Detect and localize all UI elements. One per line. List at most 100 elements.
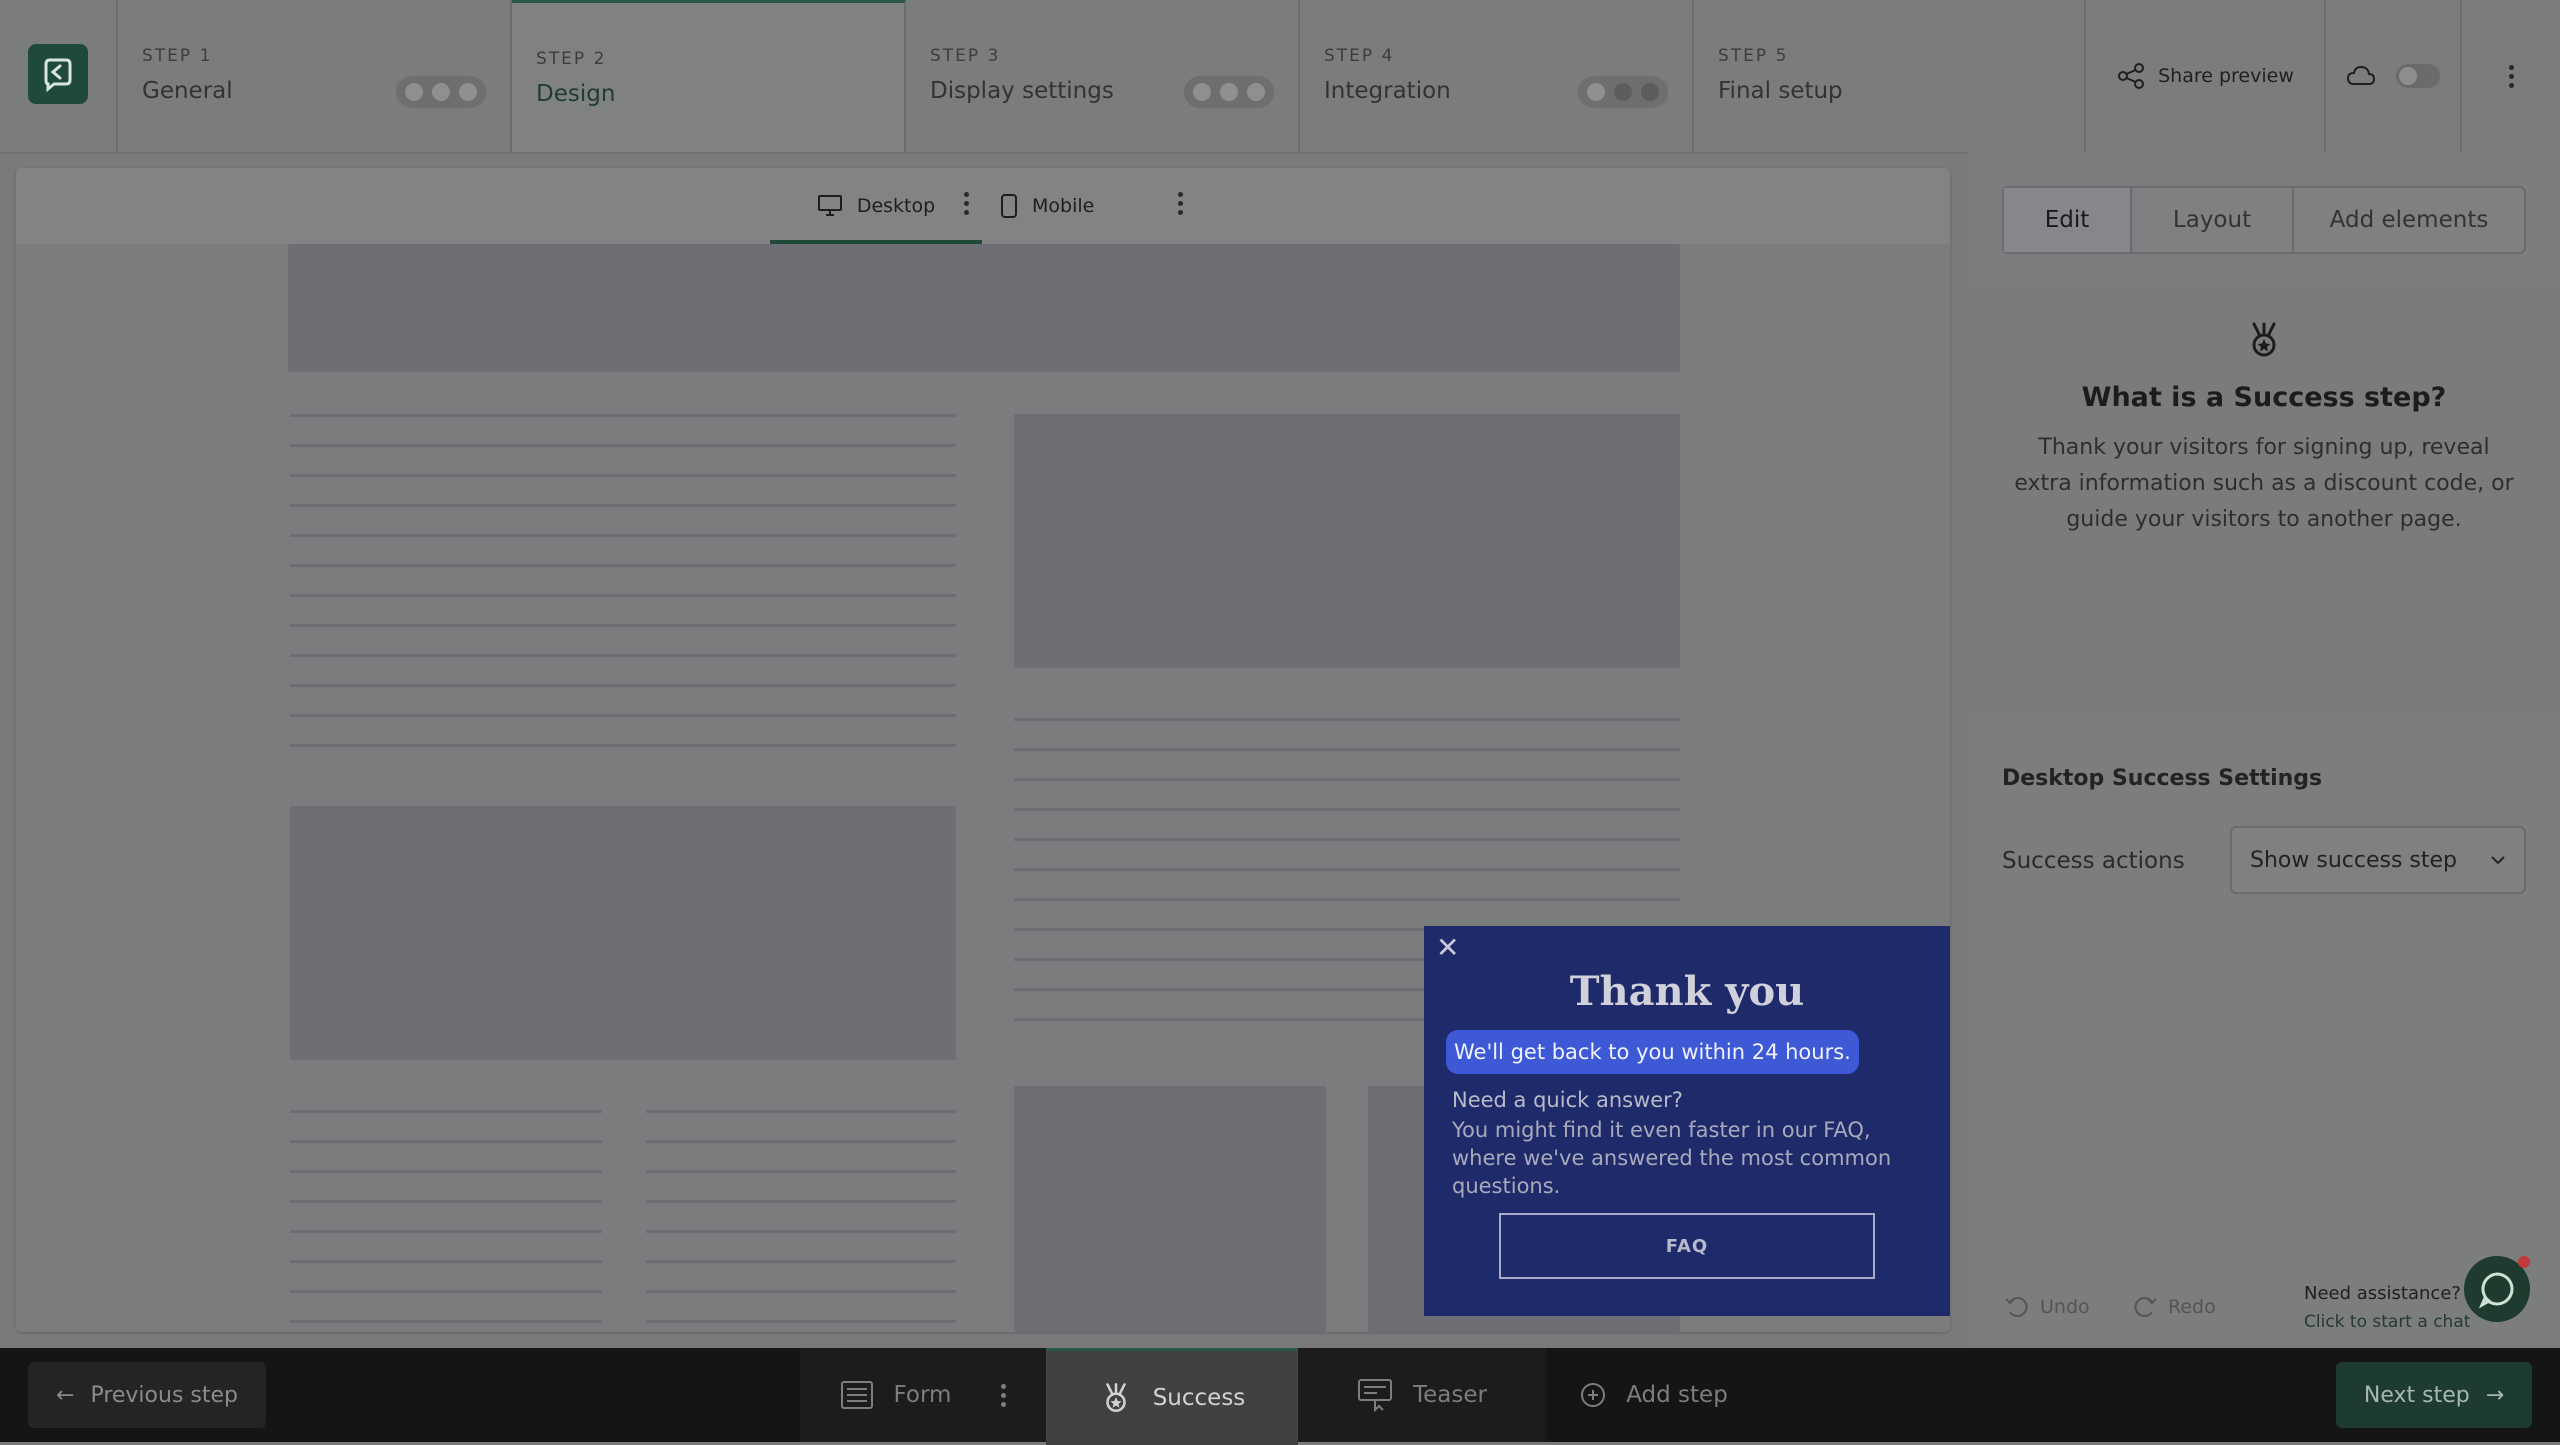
popup-title: Thank you xyxy=(1569,968,1805,1015)
popup-body-text: You might find it even faster in our FAQ… xyxy=(1452,1118,1892,1198)
success-popup: ✕ Thank you We'll get back to you within… xyxy=(1424,926,1950,1316)
step-label: Integration xyxy=(1324,78,1451,104)
next-step-button[interactable]: Next step → xyxy=(2336,1362,2532,1428)
redo-label: Redo xyxy=(2168,1296,2216,1318)
step-label: Design xyxy=(536,81,616,107)
notification-badge xyxy=(2518,1256,2530,1268)
placeholder-line xyxy=(1014,898,1680,901)
placeholder-line xyxy=(290,444,956,447)
website-preview: ✕ Thank you We'll get back to you within… xyxy=(16,244,1950,1332)
info-title: What is a Success step? xyxy=(2081,382,2447,413)
share-icon xyxy=(2118,63,2145,89)
step-final-setup[interactable]: STEP 5 Final setup xyxy=(1694,0,2086,152)
step-progress-indicator xyxy=(396,76,486,108)
close-icon[interactable]: ✕ xyxy=(1436,934,1459,962)
tab-desktop[interactable]: Desktop xyxy=(770,168,982,244)
placeholder-image xyxy=(290,806,956,1060)
success-actions-select[interactable]: Show success step xyxy=(2230,826,2526,894)
placeholder-line xyxy=(646,1320,956,1323)
placeholder-line xyxy=(290,714,956,717)
panel-tabs: Edit Layout Add elements xyxy=(2002,186,2526,254)
assistance-prompt[interactable]: Need assistance? Click to start a chat xyxy=(2304,1280,2470,1336)
editor-canvas: Desktop Mobile ✕ Thank you We'll get bac… xyxy=(16,168,1950,1332)
placeholder-line xyxy=(290,1200,602,1203)
placeholder-line xyxy=(290,414,956,417)
chevron-down-icon xyxy=(2491,856,2505,865)
tab-mobile-label: Mobile xyxy=(1032,195,1095,217)
placeholder-line xyxy=(290,1170,602,1173)
add-step-button[interactable]: Add step xyxy=(1546,1348,1762,1442)
placeholder-line xyxy=(290,1320,602,1323)
app-logo[interactable] xyxy=(28,44,88,104)
placeholder-line xyxy=(290,594,956,597)
tab-add-elements[interactable]: Add elements xyxy=(2294,188,2524,252)
placeholder-line xyxy=(290,1260,602,1263)
placeholder-line xyxy=(290,684,956,687)
placeholder-line xyxy=(1014,718,1680,721)
tab-form[interactable]: Form xyxy=(800,1348,1046,1442)
arrow-left-icon: ← xyxy=(56,1382,75,1408)
step-number: STEP 4 xyxy=(1324,46,1395,66)
popup-highlight-text: We'll get back to you within 24 hours. xyxy=(1446,1030,1859,1074)
assist-title: Need assistance? xyxy=(2304,1283,2461,1304)
undo-button[interactable]: Undo xyxy=(2004,1296,2090,1318)
undo-label: Undo xyxy=(2040,1296,2090,1318)
placeholder-line xyxy=(290,1230,602,1233)
placeholder-line xyxy=(290,1140,602,1143)
next-step-label: Next step xyxy=(2363,1382,2470,1408)
placeholder-line xyxy=(290,474,956,477)
mobile-options-button[interactable] xyxy=(1178,192,1183,215)
placeholder-line xyxy=(646,1110,956,1113)
previous-step-label: Previous step xyxy=(90,1382,238,1408)
placeholder-line xyxy=(290,564,956,567)
share-preview-button[interactable]: Share preview xyxy=(2086,0,2326,152)
medal-icon xyxy=(2252,322,2276,357)
info-text: Thank your visitors for signing up, reve… xyxy=(2014,435,2514,532)
desktop-icon xyxy=(817,195,842,216)
tab-edit[interactable]: Edit xyxy=(2004,188,2132,252)
step-label: General xyxy=(142,78,233,104)
step-design[interactable]: STEP 2 Design xyxy=(512,0,906,152)
success-actions-label: Success actions xyxy=(2002,848,2185,874)
previous-step-button[interactable]: ← Previous step xyxy=(28,1362,266,1428)
form-options-button[interactable] xyxy=(1001,1383,1007,1407)
step-number: STEP 5 xyxy=(1718,46,1789,66)
placeholder-line xyxy=(290,744,956,747)
share-preview-label: Share preview xyxy=(2158,65,2294,87)
chat-bubble-arrow-icon xyxy=(44,58,72,93)
step-display-settings[interactable]: STEP 3 Display settings xyxy=(906,0,1300,152)
tab-layout[interactable]: Layout xyxy=(2132,188,2294,252)
tab-success-label: Success xyxy=(1152,1385,1246,1411)
kebab-icon xyxy=(2508,64,2514,88)
tab-mobile[interactable]: Mobile xyxy=(1000,168,1094,244)
faq-button[interactable]: FAQ xyxy=(1499,1213,1875,1279)
properties-panel: Edit Layout Add elements What is a Succe… xyxy=(1968,152,2560,1348)
step-general[interactable]: STEP 1 General xyxy=(118,0,512,152)
tab-teaser[interactable]: Teaser xyxy=(1298,1348,1546,1442)
placeholder-line xyxy=(1014,808,1680,811)
medal-icon xyxy=(1105,1383,1126,1413)
autosave-toggle[interactable] xyxy=(2396,64,2440,88)
chat-icon xyxy=(2478,1272,2514,1309)
cloud-icon xyxy=(2346,65,2376,85)
bottom-bar: ← Previous step Form Success Teaser Add xyxy=(0,1348,2560,1445)
placeholder-line xyxy=(290,624,956,627)
placeholder-line xyxy=(290,654,956,657)
step-label: Final setup xyxy=(1718,78,1843,104)
more-menu-button[interactable] xyxy=(2462,0,2560,152)
step-progress-indicator xyxy=(1184,76,1274,108)
tab-success[interactable]: Success xyxy=(1046,1348,1298,1445)
desktop-options-button[interactable] xyxy=(964,192,969,215)
plus-circle-icon xyxy=(1581,1383,1606,1407)
placeholder-line xyxy=(290,504,956,507)
placeholder-line xyxy=(1014,868,1680,871)
step-number: STEP 2 xyxy=(536,49,607,69)
step-label: Display settings xyxy=(930,78,1114,104)
placeholder-banner xyxy=(288,244,1680,372)
redo-button[interactable]: Redo xyxy=(2132,1296,2216,1318)
step-integration[interactable]: STEP 4 Integration xyxy=(1300,0,1694,152)
settings-title: Desktop Success Settings xyxy=(2002,766,2323,791)
mobile-icon xyxy=(1001,194,1017,218)
arrow-right-icon: → xyxy=(2485,1382,2505,1408)
placeholder-image xyxy=(1014,1086,1326,1332)
